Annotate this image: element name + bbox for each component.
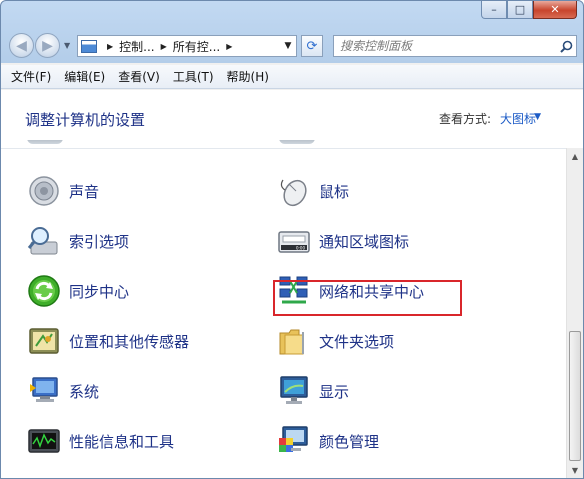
menu-bar: 文件(F) 编辑(E) 查看(V) 工具(T) 帮助(H)	[1, 65, 583, 89]
item-label: 声音	[69, 182, 100, 201]
display-icon	[280, 376, 308, 404]
item-indexing-options[interactable]: 索引选项	[27, 221, 129, 261]
speaker-icon	[29, 176, 59, 206]
chevron-down-icon[interactable]: ▼	[534, 112, 541, 122]
item-label: 通知区域图标	[319, 232, 410, 251]
indexing-icon	[27, 227, 58, 255]
breadcrumb-all-items[interactable]: 所有控...	[173, 38, 220, 55]
view-by-label: 查看方式:	[438, 112, 491, 126]
menu-edit[interactable]: 编辑(E)	[64, 68, 105, 85]
close-button[interactable]: ✕	[533, 1, 577, 19]
control-panel-items: 声音 鼠标 索引选项 0:00 通知区域图标 同步中心 网络和共享中心 位置和其…	[1, 140, 567, 478]
item-location-sensors[interactable]: 位置和其他传感器	[27, 321, 189, 361]
refresh-button[interactable]: ⟳	[301, 35, 323, 57]
page-title: 调整计算机的设置	[25, 111, 146, 129]
item-label: 颜色管理	[319, 432, 380, 451]
item-label: 系统	[69, 382, 100, 401]
system-icon	[30, 377, 58, 402]
scroll-down-button[interactable]: ▼	[567, 462, 583, 478]
partial-item-icon	[27, 140, 63, 144]
content-pane: 调整计算机的设置 查看方式: 大图标 ▼ 声音 鼠标 索引选项 0:00 通知区…	[1, 90, 583, 478]
location-sensors-icon	[29, 328, 59, 354]
breadcrumb-control-panel[interactable]: 控制...	[119, 38, 154, 55]
breadcrumb-separator[interactable]: ▶	[107, 42, 113, 51]
notification-area-icon: 0:00	[278, 231, 310, 253]
partial-item-icon	[279, 140, 315, 144]
view-by-dropdown[interactable]: 大图标	[500, 110, 536, 127]
item-sync-center[interactable]: 同步中心	[27, 271, 129, 311]
minimize-button[interactable]: –	[481, 1, 507, 19]
breadcrumb-separator[interactable]: ▶	[161, 42, 167, 51]
sync-center-icon	[28, 275, 60, 307]
breadcrumb-separator[interactable]: ▶	[226, 42, 232, 51]
menu-tools[interactable]: 工具(T)	[173, 68, 214, 85]
item-performance-info[interactable]: 性能信息和工具	[27, 421, 174, 461]
scroll-up-button[interactable]: ▲	[567, 148, 583, 164]
control-panel-icon	[81, 39, 97, 53]
search-box[interactable]	[333, 35, 577, 57]
item-sound[interactable]: 声音	[27, 171, 99, 211]
item-label: 鼠标	[319, 182, 350, 201]
performance-icon	[28, 429, 60, 453]
search-icon[interactable]	[556, 40, 576, 53]
item-color-management[interactable]: 颜色管理	[277, 421, 379, 461]
back-icon: ◀	[16, 37, 27, 54]
item-notification-area-icons[interactable]: 0:00 通知区域图标	[277, 221, 409, 261]
item-folder-options[interactable]: 文件夹选项	[277, 321, 394, 361]
navigation-bar: ◀ ▶ ▼ ▶ 控制... ▶ 所有控... ▶ ▼ ⟳	[9, 31, 577, 61]
color-management-icon	[279, 426, 308, 452]
svg-text:0:00: 0:00	[296, 246, 305, 251]
scroll-thumb[interactable]	[569, 331, 581, 461]
address-dropdown-button[interactable]: ▼	[280, 41, 296, 51]
back-button[interactable]: ◀	[9, 33, 34, 58]
recent-pages-button[interactable]: ▼	[64, 41, 70, 50]
item-display[interactable]: 显示	[277, 371, 349, 411]
item-label: 性能信息和工具	[69, 432, 175, 451]
control-panel-window: – □ ✕ ◀ ▶ ▼ ▶ 控制... ▶ 所有控... ▶ ▼ ⟳ 文件(F)…	[0, 0, 584, 479]
address-bar[interactable]: ▶ 控制... ▶ 所有控... ▶ ▼	[77, 35, 297, 57]
menu-view[interactable]: 查看(V)	[118, 68, 160, 85]
item-label: 索引选项	[69, 232, 130, 251]
item-system[interactable]: 系统	[27, 371, 99, 411]
forward-button[interactable]: ▶	[35, 33, 60, 58]
mouse-icon	[280, 179, 307, 207]
caption-buttons: – □ ✕	[481, 1, 577, 19]
menu-help[interactable]: 帮助(H)	[227, 68, 269, 85]
item-label: 同步中心	[69, 282, 130, 301]
item-label: 文件夹选项	[319, 332, 395, 351]
forward-icon: ▶	[42, 37, 53, 54]
refresh-icon: ⟳	[306, 38, 318, 54]
menu-file[interactable]: 文件(F)	[11, 68, 51, 85]
item-label: 位置和其他传感器	[69, 332, 190, 351]
item-mouse[interactable]: 鼠标	[277, 171, 349, 211]
vertical-scrollbar[interactable]: ▲ ▼	[566, 148, 583, 478]
item-label: 显示	[319, 382, 350, 401]
folder-options-icon	[279, 329, 304, 355]
maximize-button[interactable]: □	[507, 1, 533, 19]
highlight-box	[273, 280, 462, 316]
search-input[interactable]	[334, 37, 556, 55]
